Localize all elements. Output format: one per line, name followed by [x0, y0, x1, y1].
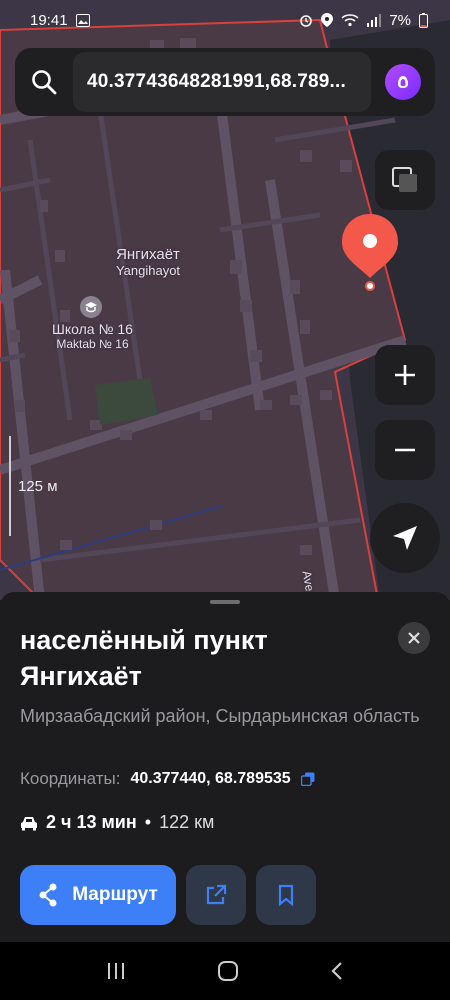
- gallery-icon: [75, 13, 90, 27]
- copy-icon[interactable]: [300, 772, 315, 786]
- share-button[interactable]: [186, 865, 246, 925]
- search-button[interactable]: [15, 48, 73, 116]
- alice-icon: [398, 76, 408, 88]
- status-time: 19:41: [30, 11, 68, 29]
- route-distance: 122 км: [159, 812, 215, 832]
- zoom-in-button[interactable]: [375, 345, 435, 405]
- place-card: населённый пункт Янгихаёт Мирзаабадский …: [0, 592, 450, 942]
- status-right: 7%: [299, 12, 428, 29]
- system-nav-bar: [0, 942, 450, 1000]
- wifi-icon: [341, 14, 359, 27]
- battery-percent: 7%: [389, 11, 411, 29]
- school-name-ru: Школа № 16: [52, 321, 133, 337]
- place-address: Мирзаабадский район, Сырдарьинская облас…: [20, 706, 420, 726]
- route-separator: •: [144, 812, 152, 832]
- recent-apps-icon[interactable]: [106, 962, 126, 980]
- place-name-uz: Yangihayot: [115, 263, 181, 278]
- route-time: 2 ч 13 мин: [46, 812, 137, 832]
- close-button[interactable]: [398, 622, 430, 654]
- sheet-grabber[interactable]: [210, 600, 240, 604]
- search-bar: 40.37743648281991,68.789...: [15, 48, 435, 116]
- route-summary: 2 ч 13 мин • 122 км: [20, 812, 214, 833]
- school-name-uz: Maktab № 16: [56, 337, 129, 351]
- plus-icon: [395, 365, 415, 385]
- bookmark-button[interactable]: [256, 865, 316, 925]
- scale-bar: [9, 436, 11, 536]
- layers-button[interactable]: [375, 150, 435, 210]
- home-icon[interactable]: [217, 960, 239, 982]
- back-icon[interactable]: [330, 961, 344, 981]
- close-icon: [408, 632, 420, 644]
- zoom-out-button[interactable]: [375, 420, 435, 480]
- navigation-arrow-icon: [393, 526, 417, 550]
- place-title: населённый пункт Янгихаёт: [20, 625, 268, 691]
- car-icon: [21, 816, 37, 830]
- route-icon: [39, 883, 57, 907]
- alarm-icon: [300, 15, 313, 27]
- place-name-ru: Янгихаёт: [116, 246, 180, 263]
- coordinates-value[interactable]: 40.377440, 68.789535: [131, 770, 291, 788]
- status-left: 19:41: [30, 12, 90, 29]
- route-button-label: Маршрут: [72, 884, 158, 905]
- search-icon: [32, 70, 57, 95]
- signal-icon: [367, 13, 382, 27]
- search-input[interactable]: 40.37743648281991,68.789...: [73, 52, 371, 112]
- school-icon[interactable]: [80, 296, 102, 318]
- minus-icon: [395, 448, 415, 452]
- share-icon: [206, 884, 227, 905]
- battery-icon: [419, 12, 428, 28]
- location-status-icon: [321, 13, 334, 27]
- coordinates-row: Координаты: 40.377440, 68.789535: [20, 769, 315, 789]
- voice-assistant-button[interactable]: [385, 64, 421, 100]
- my-location-button[interactable]: [370, 503, 440, 573]
- map-school-label: Школа № 16 Maktab № 16: [40, 321, 145, 351]
- map-place-label: Янгихаёт Yangihayot: [100, 246, 196, 278]
- location-pin-icon[interactable]: [340, 212, 400, 292]
- coordinates-label: Координаты:: [20, 769, 121, 788]
- route-button[interactable]: Маршрут: [20, 865, 176, 925]
- status-bar: 19:41 7%: [0, 0, 450, 40]
- layers-icon: [392, 167, 417, 192]
- bookmark-icon: [278, 884, 294, 906]
- scale-label: 125 м: [18, 478, 58, 495]
